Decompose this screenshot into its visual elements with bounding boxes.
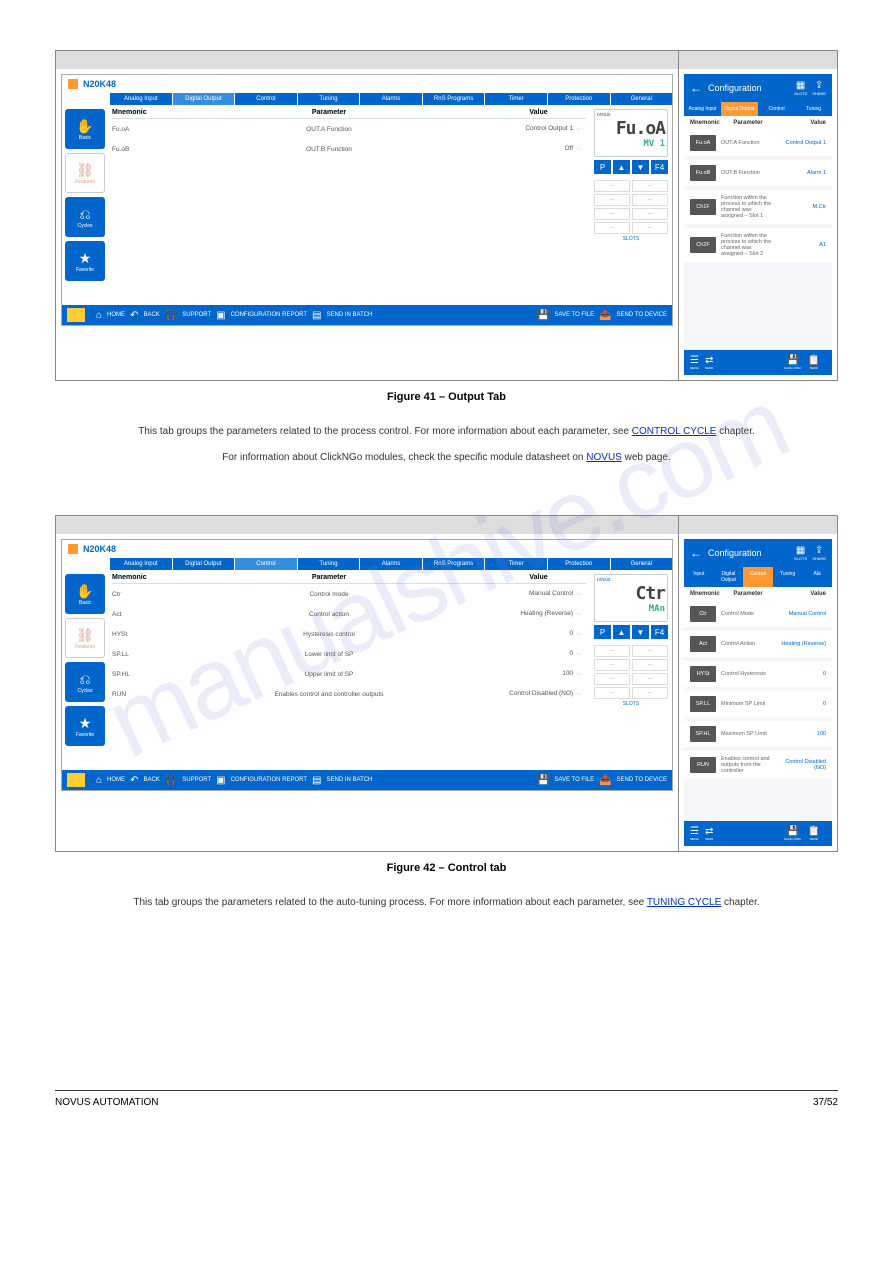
tab-control[interactable]: Control	[235, 93, 297, 105]
control-cycle-link[interactable]: CONTROL CYCLE	[632, 426, 717, 437]
figure-41-caption: Figure 41 – Output Tab	[55, 391, 838, 403]
tuning-cycle-link[interactable]: TUNING CYCLE	[647, 897, 721, 908]
param-row[interactable]: ActControl ActionHeating (Reverse)	[684, 631, 832, 657]
tab-general[interactable]: General	[611, 558, 673, 570]
figure-42-container: N20K48 Analog InputDigital OutputControl…	[55, 515, 838, 852]
page-number: 37/52	[813, 1097, 838, 1108]
save-button[interactable]: 💾SAVE CONF.	[784, 355, 802, 370]
menu-button[interactable]: ☰MENU	[690, 355, 699, 370]
param-row[interactable]: HYStHysteresis control0⌵	[112, 624, 586, 644]
footer-brand: NOVUS AUTOMATION	[55, 1097, 159, 1108]
tab-control[interactable]: Control	[235, 558, 297, 570]
mobile-app-41: ←Configuration ▦SLOTS ⇪SHARE Analog Inpu…	[684, 74, 832, 375]
slots-button[interactable]: ▦SLOTS	[794, 80, 807, 96]
batch-button[interactable]: ▤	[312, 310, 321, 321]
figure-41-container: N20K48 Analog InputDigital OutputControl…	[55, 50, 838, 381]
tab-alarms[interactable]: Alarms	[360, 93, 422, 105]
tab-tuning[interactable]: Tuning	[298, 93, 360, 105]
mtab[interactable]: Control	[758, 102, 795, 116]
desktop-app-41: N20K48 Analog InputDigital OutputControl…	[61, 74, 673, 326]
sidebar-favorite[interactable]: ★Favorite	[65, 706, 105, 746]
support-button[interactable]: 🎧	[165, 310, 177, 321]
flow-icon: ⎌	[79, 206, 90, 223]
tab-general[interactable]: General	[611, 93, 673, 105]
tab-protection[interactable]: Protection	[548, 93, 610, 105]
sidebar-basic[interactable]: ✋Basic	[65, 574, 105, 614]
tab-digital-output[interactable]: Digital Output	[173, 558, 235, 570]
param-row[interactable]: RUNEnables control and controller output…	[112, 684, 586, 704]
col-mnemonic: Mnemonic	[112, 109, 167, 116]
novus-link[interactable]: NOVUS	[586, 452, 622, 463]
sync-button[interactable]: ⇄SEND	[705, 355, 713, 370]
sidebar-cycles[interactable]: ⎌Cycles	[65, 197, 105, 237]
sidebar-favorite[interactable]: ★Favorite	[65, 241, 105, 281]
report-button[interactable]: ▣	[216, 310, 225, 321]
tab-timer[interactable]: Timer	[485, 93, 547, 105]
tab-digital-output[interactable]: Digital Output	[173, 93, 235, 105]
tab-analog-input[interactable]: Analog Input	[110, 93, 172, 105]
hand-icon: ✋	[76, 118, 93, 135]
param-row[interactable]: Fu.oAOUT.A FunctionControl Output 1	[684, 130, 832, 156]
tab-alarms[interactable]: Alarms	[360, 558, 422, 570]
col-value: Value	[491, 109, 586, 116]
sidebar-features[interactable]: ⛓Features	[65, 153, 105, 193]
tab-rns-programs[interactable]: RnS Programs	[423, 93, 485, 105]
home-button[interactable]: ⌂	[96, 310, 102, 321]
desktop-app-42: N20K48 Analog InputDigital OutputControl…	[61, 539, 673, 791]
upload-button[interactable]: 📋SEND	[808, 355, 820, 370]
tab-analog-input[interactable]: Analog Input	[110, 558, 172, 570]
back-icon[interactable]: ←	[690, 81, 702, 95]
back-button[interactable]: ↶	[130, 310, 138, 321]
param-row[interactable]: Fu.oBOUT.B FunctionOff⌵	[112, 139, 586, 159]
tab-timer[interactable]: Timer	[485, 558, 547, 570]
param-row[interactable]: Ch1FFunction within the process to which…	[684, 190, 832, 224]
sidebar-basic[interactable]: ✋Basic	[65, 109, 105, 149]
mtab[interactable]: Analog Input	[684, 102, 721, 116]
param-row[interactable]: CtrControl ModeManual Control	[684, 601, 832, 627]
mtab[interactable]: Ala	[802, 567, 832, 587]
param-row[interactable]: CtrControl modeManual Control⌵	[112, 584, 586, 604]
down-button[interactable]: ▼	[632, 160, 649, 174]
col-parameter: Parameter	[167, 109, 491, 116]
logo-icon	[67, 308, 85, 322]
mobile-app-42: ←Configuration ▦SLOTS ⇪SHARE InputDigita…	[684, 539, 832, 846]
app-title: N20K48	[83, 79, 116, 89]
mtab[interactable]: Tuning	[773, 567, 803, 587]
mtab[interactable]: Tuning	[795, 102, 832, 116]
param-row[interactable]: Fu.oAOUT.A FunctionControl Output 1⌵	[112, 119, 586, 139]
tuning-cycle-text: This tab groups the parameters related t…	[55, 894, 838, 912]
param-row[interactable]: HYStControl Hysteresis0	[684, 661, 832, 687]
param-row[interactable]: ActControl actionHeating (Reverse)⌵	[112, 604, 586, 624]
star-icon: ★	[79, 250, 92, 267]
param-row[interactable]: Ch2FFunction within the process to which…	[684, 228, 832, 262]
control-cycle-text: This tab groups the parameters related t…	[55, 423, 838, 441]
tab-tuning[interactable]: Tuning	[298, 558, 360, 570]
param-row[interactable]: SP.LLMinimum SP Limit0	[684, 691, 832, 717]
up-button[interactable]: ▲	[613, 160, 630, 174]
p-button[interactable]: P	[594, 160, 611, 174]
figure-42-caption: Figure 42 – Control tab	[55, 862, 838, 874]
share-button[interactable]: ⇪SHARE	[812, 80, 826, 96]
mtab[interactable]: Digital Output	[721, 102, 758, 116]
param-row[interactable]: Fu.oBOUT.B FunctionAlarm 1	[684, 160, 832, 186]
tab-protection[interactable]: Protection	[548, 558, 610, 570]
save-button[interactable]: 💾	[537, 310, 549, 321]
param-row[interactable]: SP.LLLower limit of SP0⌵	[112, 644, 586, 664]
tab-rns-programs[interactable]: RnS Programs	[423, 558, 485, 570]
mtab[interactable]: Control	[743, 567, 773, 587]
send-button[interactable]: 📤	[599, 310, 611, 321]
novus-text: For information about ClickNGo modules, …	[55, 449, 838, 467]
param-row[interactable]: SP.HLUpper limit of SP100⌵	[112, 664, 586, 684]
sidebar-features[interactable]: ⛓Features	[65, 618, 105, 658]
network-icon: ⛓	[76, 162, 94, 179]
mtab[interactable]: Input	[684, 567, 714, 587]
mtab[interactable]: Digital Output	[714, 567, 744, 587]
f4-button[interactable]: F4	[651, 160, 668, 174]
sidebar-cycles[interactable]: ⎌Cycles	[65, 662, 105, 702]
param-row[interactable]: RUNEnables control and outputs from the …	[684, 751, 832, 779]
param-row[interactable]: SP.HLMaximum SP Limit100	[684, 721, 832, 747]
